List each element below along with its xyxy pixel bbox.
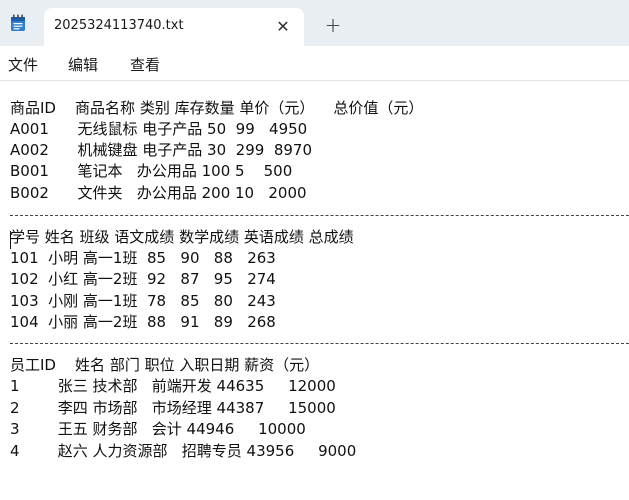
text-line: 员工ID 姓名 部门 职位 入职日期 薪资（元） <box>10 356 320 374</box>
text-line: 2 李四 市场部 市场经理 44387 15000 <box>10 399 336 417</box>
text-line: 商品ID 商品名称 类别 库存数量 单价（元） 总价值（元） <box>10 99 424 117</box>
document-tab[interactable]: 2025324113740.txt ✕ <box>44 8 304 46</box>
new-tab-button[interactable]: + <box>322 13 344 37</box>
dashed-separator <box>10 343 629 344</box>
text-line: 4 赵六 人力资源部 招聘专员 43956 9000 <box>10 442 357 460</box>
title-bar: 2025324113740.txt ✕ + <box>0 0 629 46</box>
dashed-separator <box>10 215 629 216</box>
close-icon[interactable]: ✕ <box>272 15 294 37</box>
text-line: 102 小红 高一2班 92 87 95 274 <box>10 270 276 288</box>
menu-bar: 文件 编辑 查看 <box>0 46 629 81</box>
text-line: B001 笔记本 办公用品 100 5 500 <box>10 162 293 180</box>
text-editor[interactable]: 商品ID 商品名称 类别 库存数量 单价（元） 总价值（元） A001 无线鼠标… <box>0 81 629 500</box>
text-line: 101 小明 高一1班 85 90 88 263 <box>10 249 276 267</box>
text-line: 103 小刚 高一1班 78 85 80 243 <box>10 292 276 310</box>
text-line: 学号 姓名 班级 语文成绩 数学成绩 英语成绩 总成绩 <box>10 228 354 246</box>
text-line: 104 小丽 高一2班 88 91 89 268 <box>10 313 276 331</box>
text-line: A002 机械键盘 电子产品 30 299 8970 <box>10 141 313 159</box>
menu-file[interactable]: 文件 <box>8 54 38 75</box>
notepad-icon <box>11 14 25 31</box>
text-line: B002 文件夹 办公用品 200 10 2000 <box>10 184 307 202</box>
menu-edit[interactable]: 编辑 <box>68 54 98 75</box>
text-line: A001 无线鼠标 电子产品 50 99 4950 <box>10 120 308 138</box>
text-line: 1 张三 技术部 前端开发 44635 12000 <box>10 377 336 395</box>
tab-title: 2025324113740.txt <box>54 18 184 33</box>
text-line: 3 王五 财务部 会计 44946 10000 <box>10 420 306 438</box>
menu-view[interactable]: 查看 <box>130 54 160 75</box>
notepad-window: 2025324113740.txt ✕ + 文件 编辑 查看 商品ID 商品名称… <box>0 0 629 500</box>
